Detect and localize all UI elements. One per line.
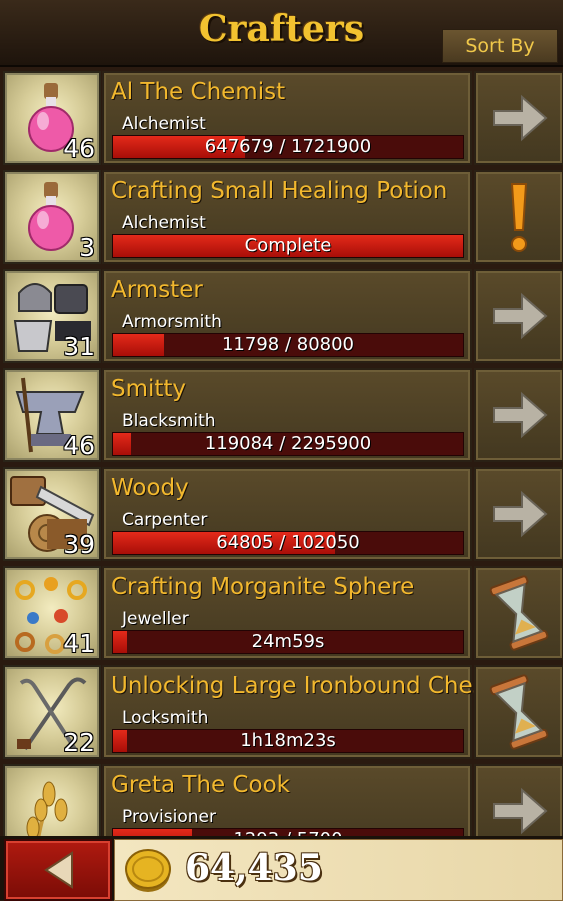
progress-bar: Complete [112, 234, 464, 258]
arrow-right-icon [493, 94, 548, 142]
progress-bar: 24m59s [112, 630, 464, 654]
crafter-name: Al The Chemist [111, 79, 286, 105]
crafter-profession: Alchemist [122, 213, 206, 233]
crafter-row[interactable]: 46 Smitty Blacksmith 119084 / 2295900 [0, 364, 563, 463]
crafter-level: 46 [63, 431, 95, 460]
crafter-info[interactable]: Woody Carpenter 64805 / 102050 [102, 467, 472, 561]
hourglass-icon [489, 674, 549, 750]
crafter-action-button[interactable] [474, 269, 563, 363]
gold-coin-icon [125, 849, 171, 892]
crafter-action-button[interactable] [474, 665, 563, 759]
crafter-info[interactable]: Crafting Small Healing Potion Alchemist Co… [102, 170, 472, 264]
crafter-profession: Alchemist [122, 114, 206, 134]
crafter-name: Crafting Morganite Sphere [111, 574, 415, 600]
crafter-level: 22 [63, 728, 95, 757]
crafter-level: 39 [63, 530, 95, 559]
crafter-name: Woody [111, 475, 189, 501]
crafter-action-button[interactable] [474, 368, 563, 462]
progress-text: 647679 / 1721900 [204, 136, 372, 157]
crafter-name: Greta The Cook [111, 772, 290, 798]
crafter-row[interactable]: 31 Armster Armorsmith 11798 / 80800 [0, 265, 563, 364]
crafter-name: Smitty [111, 376, 187, 402]
progress-text: 119084 / 2295900 [204, 433, 372, 454]
crafter-name: Crafting Small Healing Potion [111, 178, 448, 204]
crafter-info[interactable]: Unlocking Large Ironbound Chest Locksmith… [102, 665, 494, 759]
crafter-action-button[interactable] [474, 71, 563, 165]
crafter-info[interactable]: Armster Armorsmith 11798 / 80800 [102, 269, 472, 363]
sort-by-button[interactable]: Sort By [442, 29, 558, 63]
crafter-profession: Locksmith [122, 708, 209, 728]
crafter-portrait: 22 [3, 665, 101, 759]
progress-text: 64805 / 102050 [216, 532, 360, 553]
crafter-level: 31 [63, 332, 95, 361]
crafter-row[interactable]: 46 Al The Chemist Alchemist 647679 / 172190… [0, 67, 563, 166]
header-bar: Crafters Sort By [0, 0, 563, 67]
crafter-name: Unlocking Large Ironbound Chest [111, 673, 494, 699]
back-button[interactable] [4, 839, 112, 901]
crafter-profession: Carpenter [122, 510, 208, 530]
arrow-right-icon [493, 490, 548, 538]
arrow-right-icon [493, 391, 548, 439]
progress-bar: 64805 / 102050 [112, 531, 464, 555]
crafter-level: 41 [63, 629, 95, 658]
crafter-row[interactable]: 22 Unlocking Large Ironbound Chest Locksmi… [0, 661, 563, 760]
progress-bar: 11798 / 80800 [112, 333, 464, 357]
crafter-action-button[interactable] [474, 467, 563, 561]
exclamation-icon [510, 183, 528, 252]
crafter-profession: Armorsmith [122, 312, 222, 332]
progress-bar: 119084 / 2295900 [112, 432, 464, 456]
crafter-portrait: 46 [3, 368, 101, 462]
crafter-profession: Provisioner [122, 807, 216, 827]
crafter-action-button[interactable] [474, 170, 563, 264]
crafter-row[interactable]: 39 Woody Carpenter 64805 / 102050 [0, 463, 563, 562]
crafter-portrait: 3 [3, 170, 101, 264]
crafter-action-button[interactable] [474, 566, 563, 660]
crafter-profession: Blacksmith [122, 411, 216, 431]
progress-bar: 1h18m23s [112, 729, 464, 753]
crafter-portrait: 31 [3, 269, 101, 363]
gold-amount: 64,435 [185, 847, 323, 889]
progress-bar: 647679 / 1721900 [112, 135, 464, 159]
crafter-portrait: 39 [3, 467, 101, 561]
crafter-row[interactable]: 41 Crafting Morganite Sphere Jeweller 24m59… [0, 562, 563, 661]
crafter-portrait: 41 [3, 566, 101, 660]
footer-bar: 64,435 [0, 836, 563, 901]
crafter-info[interactable]: Smitty Blacksmith 119084 / 2295900 [102, 368, 472, 462]
back-arrow-icon [44, 851, 73, 889]
crafter-level: 3 [79, 233, 95, 262]
progress-text: 1h18m23s [240, 730, 336, 751]
crafter-level: 46 [63, 134, 95, 163]
gold-display: 64,435 [114, 839, 563, 901]
crafter-info[interactable]: Crafting Morganite Sphere Jeweller 24m59s [102, 566, 472, 660]
crafter-name: Armster [111, 277, 203, 303]
arrow-right-icon [493, 292, 548, 340]
crafter-profession: Jeweller [122, 609, 189, 629]
progress-text: Complete [244, 235, 332, 256]
crafter-portrait: 46 [3, 71, 101, 165]
crafter-row[interactable]: 3 Crafting Small Healing Potion Alchemist C… [0, 166, 563, 265]
hourglass-icon [489, 575, 549, 651]
progress-text: 11798 / 80800 [221, 334, 355, 355]
progress-text: 24m59s [251, 631, 325, 652]
crafter-info[interactable]: Al The Chemist Alchemist 647679 / 1721900 [102, 71, 472, 165]
